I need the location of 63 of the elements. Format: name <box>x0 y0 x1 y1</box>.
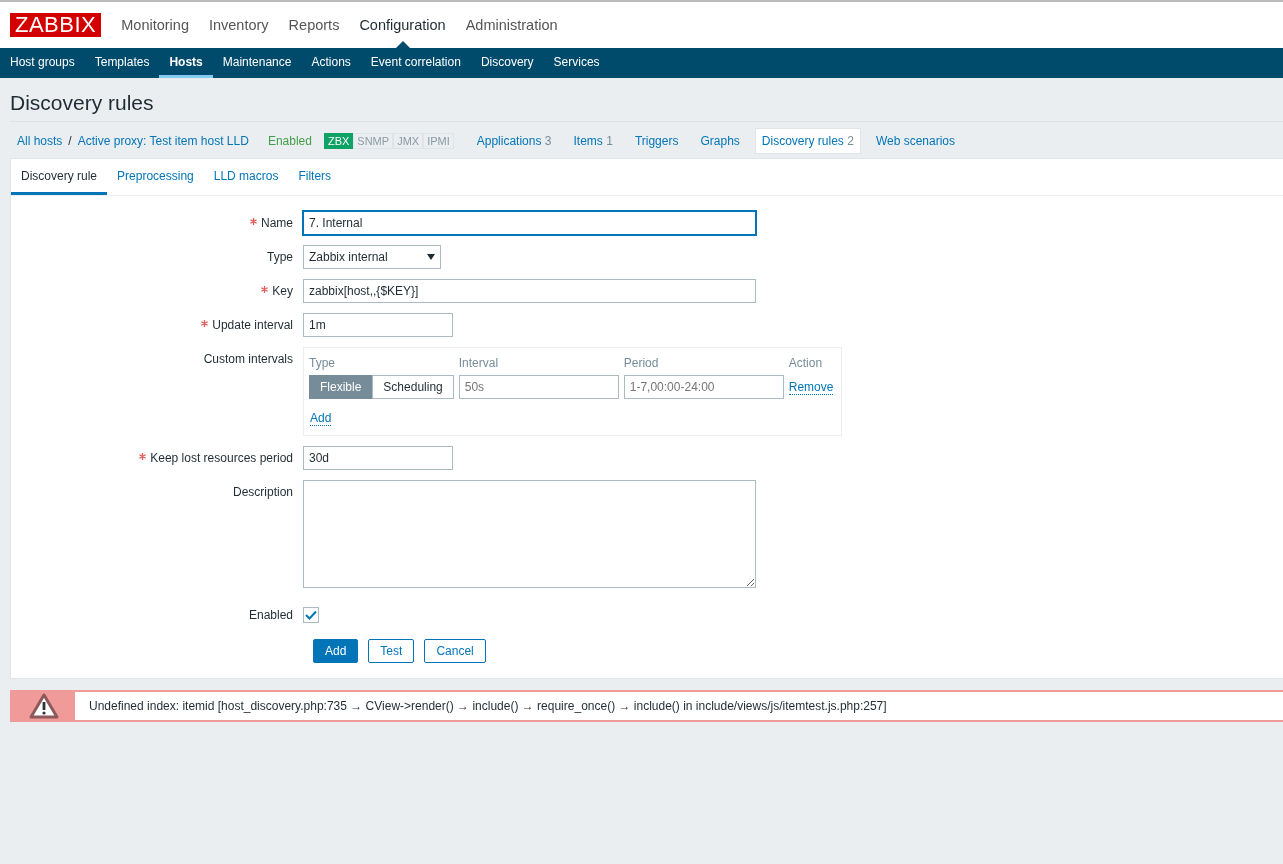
field-label: Custom intervals <box>203 351 293 369</box>
host-tab[interactable]: Applications 3 <box>469 128 559 155</box>
form-tab[interactable]: Discovery rule <box>11 159 108 196</box>
form-button[interactable]: Cancel <box>424 639 486 664</box>
sub-menu-item[interactable]: Services <box>543 48 610 78</box>
field-label: Key <box>272 283 293 301</box>
form-tab[interactable]: LLD macros <box>203 159 289 196</box>
column-header: Interval <box>458 352 624 376</box>
availability-badge: IPMI <box>423 133 454 150</box>
logo: ZABBIX <box>10 13 102 37</box>
period-field[interactable]: 1-7,00:00-24:00 <box>623 375 784 400</box>
field-label: Update interval <box>212 317 293 335</box>
sub-menu-item[interactable]: Hosts <box>159 48 213 78</box>
error-message: Undefined index: itemid [host_discovery.php:735 → CView->render() → include() → require_once() → include() in include/views/js/itemtest.js.php:257] <box>88 698 887 716</box>
field-label: Description <box>232 484 293 502</box>
host-tab[interactable]: Discovery rules 2 <box>754 128 861 155</box>
text-field[interactable]: 7. Internal <box>303 211 756 236</box>
remove-link[interactable]: Remove <box>788 380 834 396</box>
text-field[interactable]: 1m <box>303 313 453 338</box>
host-tab[interactable]: Triggers <box>627 128 686 155</box>
field-label: Keep lost resources period <box>150 450 293 468</box>
field-label: Type <box>267 249 293 267</box>
text-field[interactable]: zabbix[host,,{$KEY}] <box>303 279 756 304</box>
sub-menu-item[interactable]: Actions <box>301 48 361 78</box>
host-tab[interactable]: Items 1 <box>566 128 620 155</box>
main-menu-item[interactable]: Configuration <box>349 2 456 48</box>
main-menu-item[interactable]: Inventory <box>198 2 279 48</box>
type-select[interactable]: Zabbix internal <box>303 245 441 270</box>
form-button[interactable]: Test <box>368 639 415 664</box>
sub-menu-item[interactable]: Maintenance <box>212 48 302 78</box>
enabled-checkbox[interactable] <box>303 607 319 624</box>
mode-toggle[interactable]: Scheduling <box>372 375 454 400</box>
warning-icon <box>28 693 59 720</box>
form-button[interactable]: Add <box>313 639 359 664</box>
form-tab[interactable]: Filters <box>288 159 342 196</box>
availability-badge: ZBX <box>323 133 354 150</box>
page-title: Discovery rules <box>10 78 1283 123</box>
availability-badge: JMX <box>393 133 424 150</box>
field-label: Enabled <box>248 607 293 625</box>
host-status: Enabled <box>267 133 312 151</box>
dropdown-arrow-icon <box>427 254 435 261</box>
field-label: Name <box>261 215 293 233</box>
add-link[interactable]: Add <box>310 411 332 427</box>
column-header: Action <box>788 355 824 373</box>
sub-menu-item[interactable]: Host groups <box>0 48 85 78</box>
sub-menu-item[interactable]: Templates <box>84 48 160 78</box>
host-tab[interactable]: Graphs <box>693 128 747 155</box>
main-menu-item[interactable]: Reports <box>278 2 350 48</box>
host-tab[interactable]: Web scenarios <box>868 128 963 155</box>
column-header: Period <box>623 352 789 376</box>
text-field[interactable]: 30d <box>303 446 453 471</box>
main-menu-item[interactable]: Monitoring <box>111 2 199 48</box>
breadcrumb-link[interactable]: Active proxy: Test item host LLD <box>77 132 249 151</box>
interval-field[interactable]: 50s <box>458 375 619 400</box>
breadcrumb-separator: / <box>68 133 72 151</box>
description-field[interactable] <box>303 480 756 589</box>
sub-menu-item[interactable]: Event correlation <box>360 48 471 78</box>
main-menu-item[interactable]: Administration <box>455 2 568 48</box>
breadcrumb-link[interactable]: All hosts <box>17 132 63 151</box>
form-tab[interactable]: Preprocessing <box>107 159 204 196</box>
sub-menu-item[interactable]: Discovery <box>470 48 544 78</box>
availability-badge: SNMP <box>353 133 394 150</box>
column-header: Type <box>309 352 459 376</box>
